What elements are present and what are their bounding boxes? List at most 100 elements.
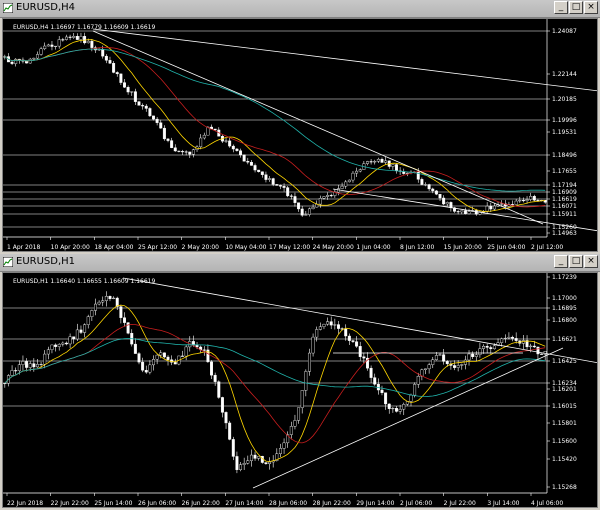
time-axis-label: 26 Jun 06:00: [138, 500, 176, 507]
chart-canvas-h1[interactable]: EURUSD,H1 1.16640 1.16655 1.16609 1.1661…: [3, 273, 597, 507]
candle-body: [72, 336, 76, 340]
time-axis-label: 26 Jun 22:00: [182, 500, 220, 507]
price-axis-label: 1.16619: [552, 196, 577, 203]
time-axis-label: 10 Apr 20:00: [51, 244, 90, 251]
price-axis-label: 1.15600: [552, 438, 577, 445]
maximize-button[interactable]: □: [569, 1, 583, 14]
candle-body: [39, 48, 43, 55]
price-axis-label: 1.17239: [552, 274, 577, 281]
candle-body: [213, 128, 217, 131]
titlebar-h1[interactable]: EURUSD,H1 _ □ ×: [0, 254, 600, 272]
candle-body: [503, 337, 507, 339]
minimize-button[interactable]: _: [554, 255, 568, 268]
candle-body: [148, 108, 152, 117]
candle-body: [210, 361, 214, 376]
price-axis-label: 1.17000: [552, 295, 577, 302]
candle-body: [148, 364, 152, 373]
candle-body: [384, 392, 388, 405]
candle-body: [260, 171, 264, 175]
chart-window-icon: [3, 3, 13, 13]
candle-body: [10, 370, 14, 376]
candle-body: [130, 91, 134, 93]
candle-body: [83, 324, 87, 333]
candle-body: [485, 345, 489, 348]
candle-body: [264, 462, 268, 464]
candle-body: [235, 456, 239, 470]
candle-body: [170, 140, 174, 148]
candle-body: [108, 60, 112, 64]
candle-body: [123, 317, 126, 323]
time-axis-label: 25 Apr 12:00: [138, 244, 177, 251]
candle-body: [344, 328, 348, 337]
candle-body: [434, 355, 438, 360]
price-axis-label: 1.15268: [552, 484, 577, 491]
chart-canvas-h4[interactable]: EURUSD,H4 1.16697 1.16779 1.16609 1.1661…: [3, 19, 597, 251]
minimize-button[interactable]: _: [554, 1, 568, 14]
candle-body: [253, 165, 257, 171]
candle-body: [239, 464, 243, 470]
price-axis-label: 1.16621: [552, 336, 577, 343]
price-chart-h4[interactable]: EURUSD,H4 1.16697 1.16779 1.16609 1.1661…: [2, 18, 598, 252]
candle-body: [536, 200, 540, 202]
candle-body: [297, 407, 301, 421]
candle-body: [104, 296, 108, 301]
candle-body: [162, 352, 166, 358]
chart-info-label: EURUSD,H4 1.16697 1.16779 1.16609 1.1661…: [13, 24, 155, 31]
price-axis-label: 1.20185: [552, 96, 577, 103]
price-axis-label: 1.15420: [552, 456, 577, 463]
time-axis-label: 2 Jul 22:00: [444, 500, 476, 507]
maximize-button[interactable]: □: [569, 255, 583, 268]
candle-body: [318, 326, 322, 330]
candle-body: [64, 36, 68, 40]
candle-body: [442, 354, 446, 362]
trend-line[interactable]: [92, 28, 597, 92]
candle-body: [529, 345, 533, 348]
candle-body: [25, 60, 29, 64]
close-button[interactable]: ×: [584, 255, 598, 268]
candle-body: [75, 36, 79, 40]
price-axis-label: 1.22144: [552, 71, 577, 78]
time-axis-label: 25 Jun 14:00: [94, 500, 132, 507]
candle-body: [75, 329, 79, 340]
candle-body: [257, 455, 261, 459]
chart-window-h1[interactable]: EURUSD,H1 _ □ × EURUSD,H1 1.16640 1.1665…: [0, 254, 600, 510]
candle-body: [318, 198, 322, 205]
candle-body: [119, 73, 123, 83]
candle-body: [460, 364, 464, 366]
chart-window-h4[interactable]: EURUSD,H4 _ □ × EURUSD,H4 1.16697 1.1677…: [0, 0, 600, 254]
candle-body: [482, 345, 486, 349]
candle-body: [17, 364, 21, 371]
candle-body: [271, 178, 275, 185]
candle-body: [489, 205, 493, 210]
candle-body: [514, 200, 518, 205]
candle-body: [54, 344, 58, 347]
time-axis-label: 29 Jun 14:00: [356, 500, 394, 507]
close-button[interactable]: ×: [584, 1, 598, 14]
price-axis-label: 1.16909: [552, 189, 577, 196]
price-axis-label: 1.16015: [552, 403, 577, 410]
candle-body: [489, 347, 493, 350]
candle-body: [424, 184, 427, 186]
candle-body: [184, 151, 188, 153]
candle-body: [231, 439, 235, 457]
time-axis-label: 4 Jul 06:00: [531, 500, 563, 507]
candle-body: [474, 210, 478, 215]
candle-body: [293, 420, 297, 427]
time-axis-label: 22 Jun 22:00: [51, 500, 89, 507]
candle-body: [307, 352, 311, 372]
candle-body: [286, 187, 290, 197]
candle-body: [50, 44, 54, 47]
candle-body: [246, 460, 250, 464]
candle-body: [54, 45, 58, 47]
time-axis-label: 17 May 12:00: [269, 244, 310, 251]
candle-body: [101, 300, 105, 303]
price-axis-label: 1.16895: [552, 305, 577, 312]
candle-body: [474, 354, 478, 357]
candle-body: [184, 346, 188, 357]
candle-body: [326, 321, 330, 325]
price-chart-h1[interactable]: EURUSD,H1 1.16640 1.16655 1.16609 1.1661…: [2, 272, 598, 508]
candle-body: [202, 134, 206, 139]
moving-average-slow: [4, 338, 546, 397]
titlebar-h4[interactable]: EURUSD,H4 _ □ ×: [0, 0, 600, 18]
candle-body: [471, 353, 475, 357]
